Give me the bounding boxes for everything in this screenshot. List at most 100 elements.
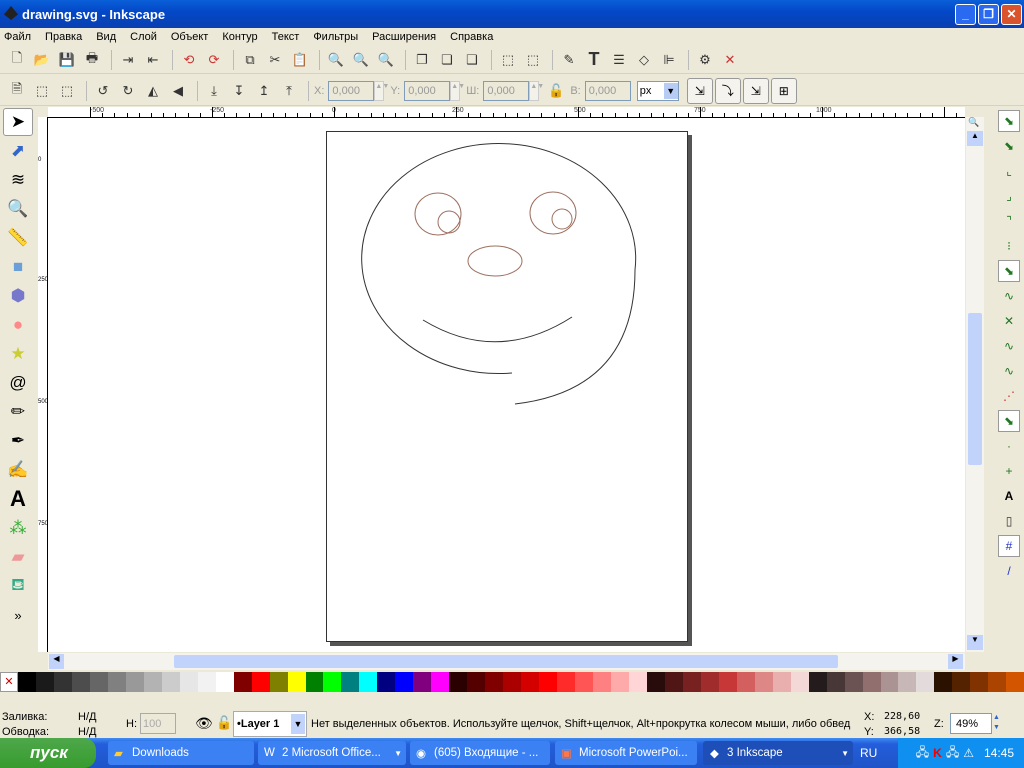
rotate-cw-icon[interactable]: ↻ [117,80,139,102]
snap-nodes-icon[interactable]: ⬊ [998,260,1020,282]
align-icon[interactable]: ⊫ [658,49,680,71]
snap-guide-icon[interactable]: / [998,560,1020,582]
3d-box-tool-icon[interactable]: ⬢ [3,282,33,310]
color-swatch[interactable] [449,672,468,692]
snap-bbox-corner-icon[interactable]: ⌟ [998,185,1020,207]
import-icon[interactable]: ⇥ [117,49,139,71]
lock-icon[interactable]: 🔓 [216,715,232,731]
horizontal-scroll-thumb[interactable] [174,655,838,668]
color-swatch[interactable] [557,672,576,692]
xml-editor-icon[interactable]: ◇ [633,49,655,71]
color-swatch[interactable] [1006,672,1024,692]
snap-page-border-icon[interactable]: ▯ [998,510,1020,532]
document-properties-icon[interactable]: ✕ [719,49,741,71]
measure-tool-icon[interactable]: 📏 [3,224,33,252]
text-tool-icon[interactable]: A [3,485,33,513]
paint-bucket-tool-icon[interactable]: ⛾ [3,572,33,600]
antivirus-icon[interactable]: K [933,746,942,760]
color-swatch[interactable] [467,672,486,692]
color-swatch[interactable] [593,672,611,692]
calligraphy-tool-icon[interactable]: ✍ [3,456,33,484]
menu-layer[interactable]: Слой [130,31,157,43]
color-swatch[interactable] [269,672,288,692]
menu-file[interactable]: Файл [4,31,31,43]
ellipse-tool-icon[interactable]: ● [3,311,33,339]
zoom-spinner[interactable]: ▲ ▼ [993,713,1000,733]
color-swatch[interactable] [772,672,791,692]
menu-view[interactable]: Вид [96,31,116,43]
color-swatch[interactable] [718,672,737,692]
menu-path[interactable]: Контур [222,31,257,43]
color-swatch[interactable] [341,672,360,692]
cut-icon[interactable]: ✂ [264,49,286,71]
scale-stroke-icon[interactable]: ⇲ [686,77,713,104]
group-icon[interactable]: ⬚ [497,49,519,71]
color-swatch[interactable] [305,672,324,692]
color-swatch[interactable] [161,672,180,692]
fill-value[interactable]: Н/Д [78,711,96,723]
snap-paths-icon[interactable]: ∿ [998,285,1020,307]
width-input[interactable] [483,80,530,101]
x-input[interactable] [328,80,375,101]
height-input[interactable] [584,80,631,101]
layers-icon[interactable]: ☰ [608,49,630,71]
network-icon[interactable]: 🖧 [946,743,959,764]
color-swatch[interactable] [89,672,108,692]
color-swatch[interactable] [413,672,432,692]
zoom-1-1-icon[interactable]: 🔍 [968,117,979,128]
copy-icon[interactable]: ⧉ [239,49,261,71]
task-inkscape[interactable]: ◆ 3 Inkscape ▼ [703,741,853,765]
color-swatch[interactable] [251,672,270,692]
color-swatch[interactable] [898,672,917,692]
select-all-layers-icon[interactable]: ⬚ [31,80,53,102]
flip-vertical-icon[interactable]: ◀ [167,80,189,102]
task-chrome-inbox[interactable]: ◉ (605) Входящие - ... [410,741,550,765]
rectangle-tool-icon[interactable]: ■ [3,253,33,281]
color-swatch[interactable] [700,672,719,692]
color-swatch[interactable] [880,672,899,692]
deselect-icon[interactable]: ⬚ [56,80,78,102]
node-tool-icon[interactable]: ⬈ [3,137,33,165]
color-swatch[interactable] [682,672,701,692]
y-input[interactable] [404,80,451,101]
color-swatch[interactable] [628,672,647,692]
snap-grid-icon[interactable]: # [998,535,1020,557]
menu-extensions[interactable]: Расширения [372,31,436,43]
color-swatch[interactable] [287,672,306,692]
color-swatch[interactable] [790,672,809,692]
preferences-icon[interactable]: ⚙ [694,49,716,71]
color-swatch[interactable] [754,672,773,692]
color-swatch[interactable] [359,672,378,692]
x-spinner[interactable]: ▲▼ [374,80,389,101]
export-icon[interactable]: ⇤ [142,49,164,71]
network-icon[interactable]: 🖧 [916,743,929,764]
pen-tool-icon[interactable]: ✒ [3,427,33,455]
snap-text-baseline-icon[interactable]: A [998,485,1020,507]
color-swatch[interactable] [179,672,198,692]
selector-tool-icon[interactable]: ➤ [3,108,33,136]
lower-icon[interactable]: ↧ [228,80,250,102]
snap-bbox-center-icon[interactable]: ⁝ [998,235,1020,257]
language-indicator[interactable]: RU [860,746,877,760]
color-swatch[interactable] [143,672,162,692]
duplicate-icon[interactable]: ❐ [411,49,433,71]
eye-icon[interactable]: 👁 [195,715,213,732]
spiral-tool-icon[interactable]: @ [3,369,33,397]
color-swatch[interactable] [826,672,845,692]
snap-intersections-icon[interactable]: ✕ [998,310,1020,332]
color-swatch[interactable] [521,672,540,692]
y-spinner[interactable]: ▲▼ [450,80,465,101]
scroll-up-icon[interactable]: ▲ [967,131,983,146]
spray-tool-icon[interactable]: ⁂ [3,514,33,542]
color-swatch[interactable] [844,672,863,692]
color-swatch[interactable] [71,672,90,692]
redo-icon[interactable]: ⟳ [203,49,225,71]
drawing-canvas[interactable] [48,118,965,652]
zoom-input[interactable] [950,713,992,734]
color-swatch[interactable] [485,672,504,692]
color-swatch[interactable] [539,672,558,692]
maximize-button[interactable]: ❐ [978,4,999,25]
paste-icon[interactable]: 📋 [289,49,311,71]
stroke-value[interactable]: Н/Д [78,726,96,738]
color-swatch[interactable] [197,672,216,692]
